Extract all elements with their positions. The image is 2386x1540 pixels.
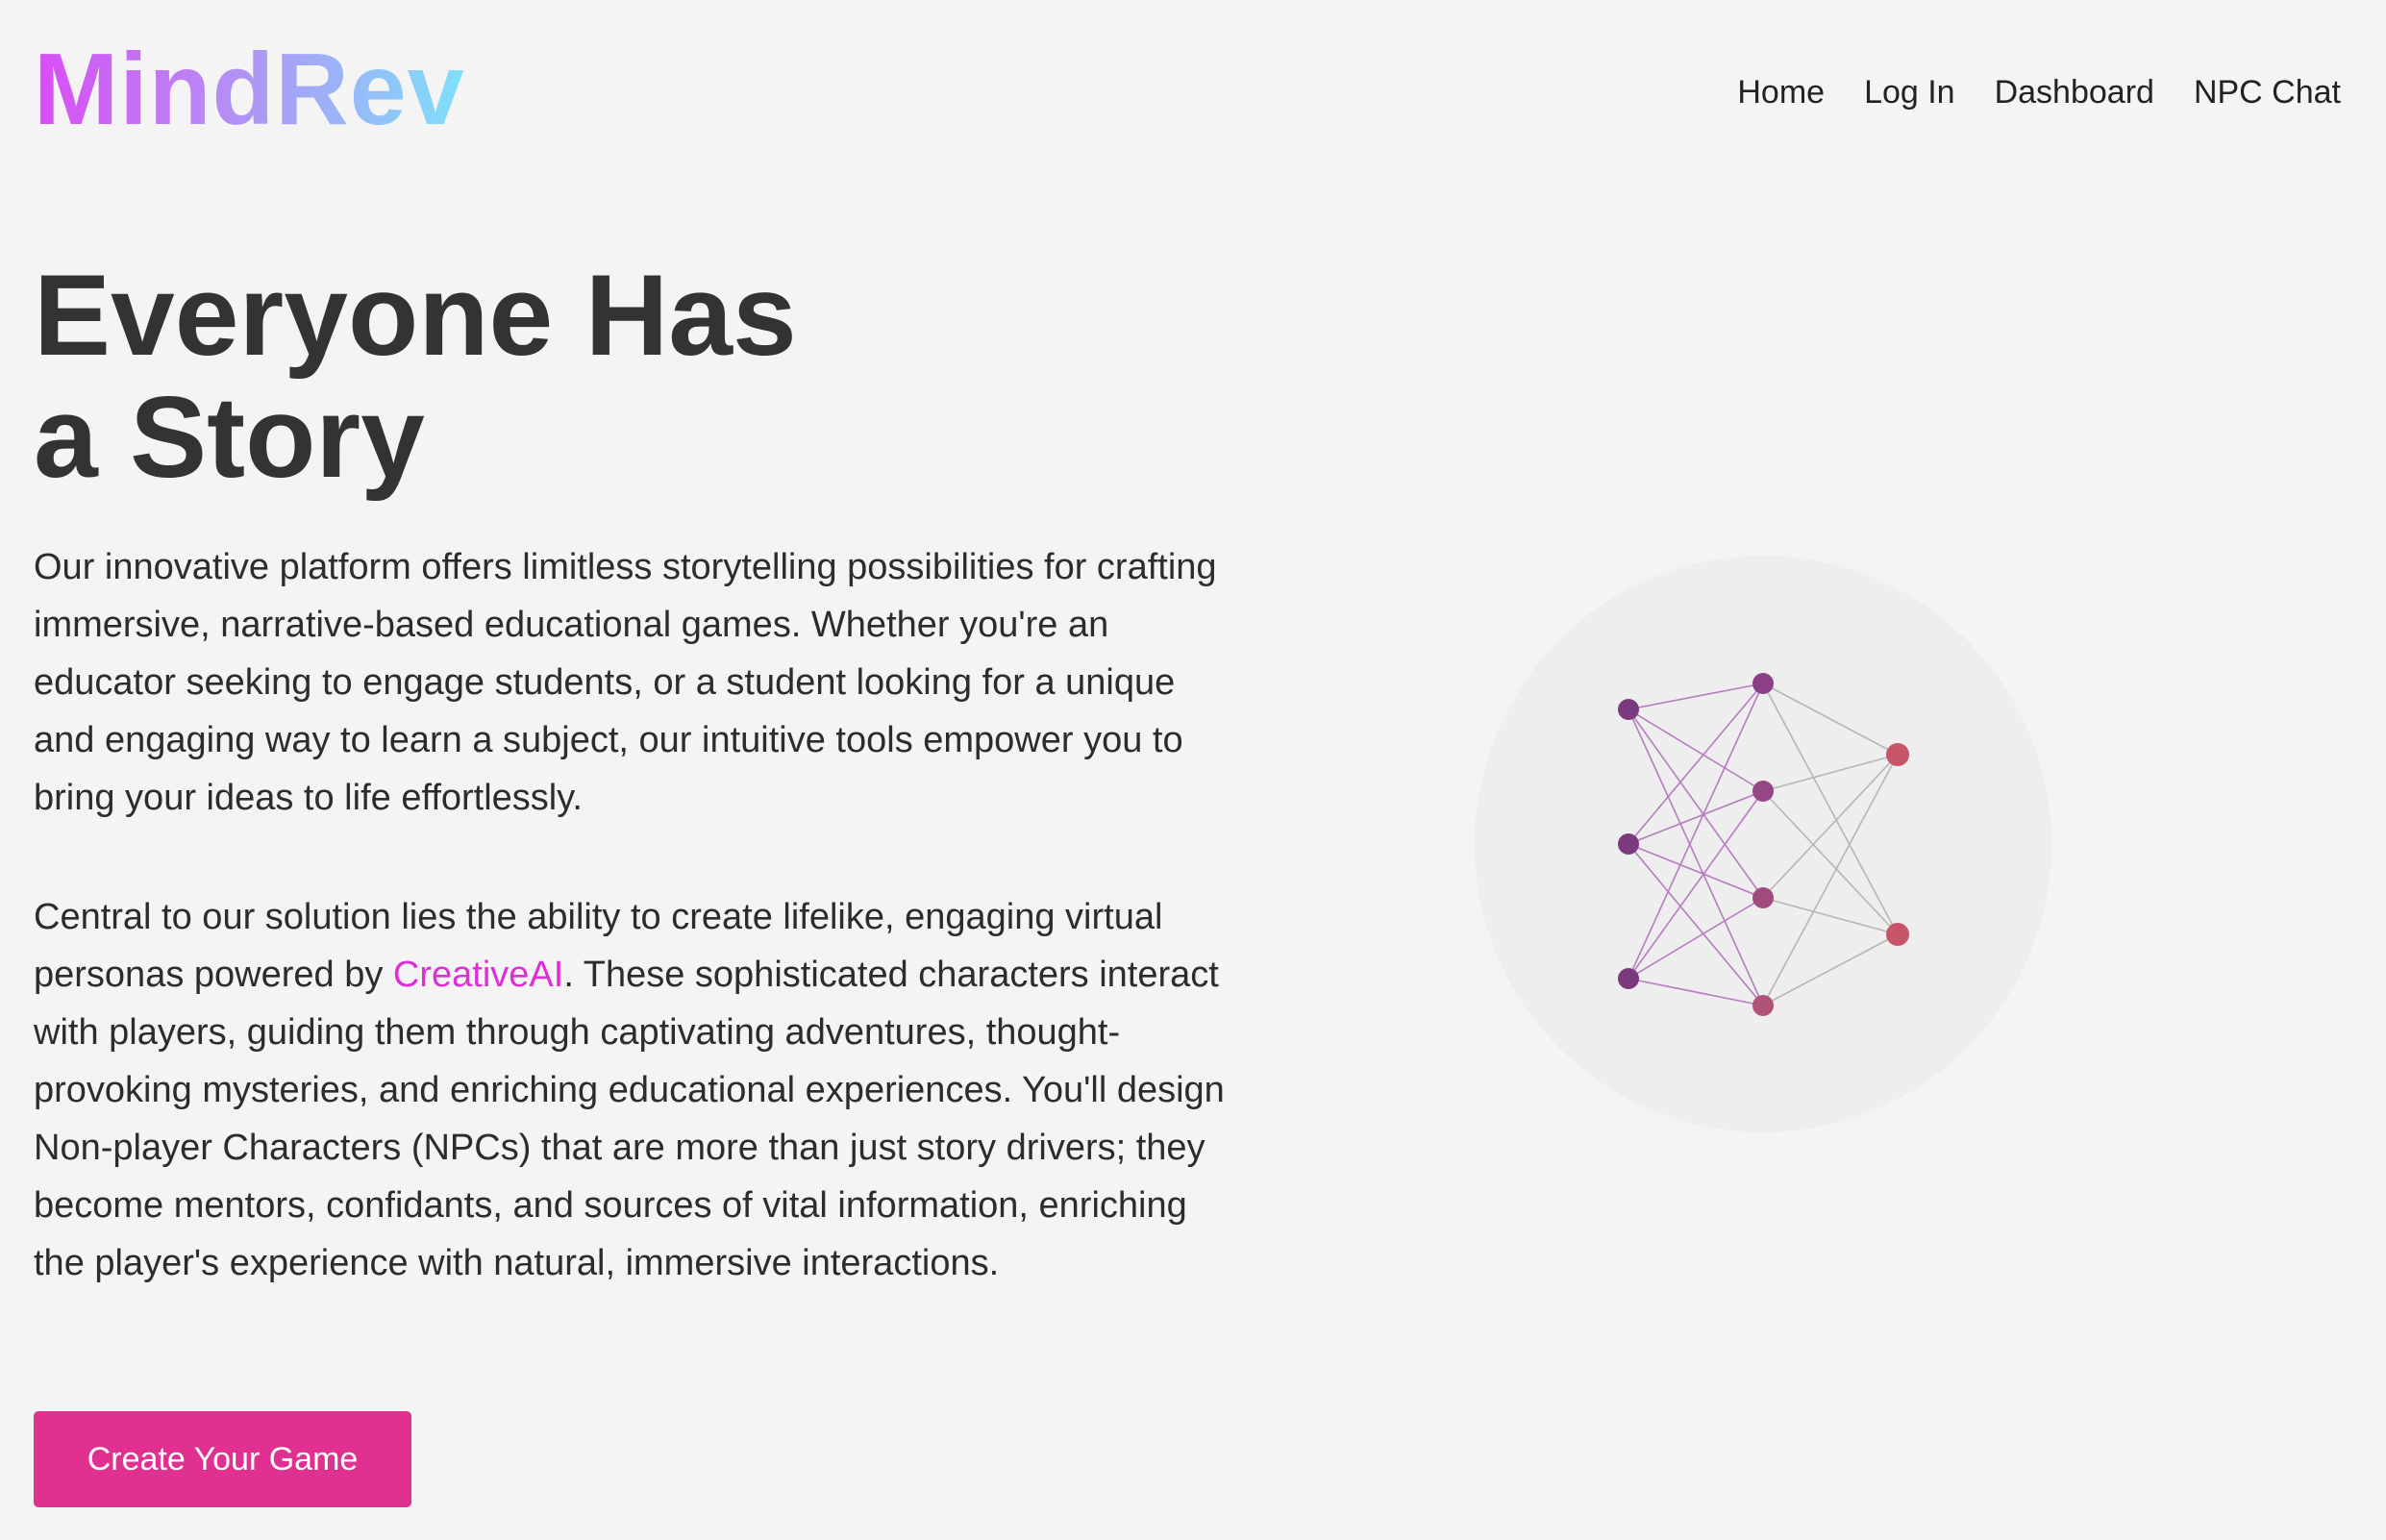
hero-title-line-1: Everyone Has: [34, 251, 797, 380]
main-nav: Home Log In Dashboard NPC Chat: [1737, 73, 2341, 112]
hero-title: Everyone Has a Story: [34, 255, 797, 499]
network-node: [1886, 743, 1909, 766]
network-node: [1752, 673, 1774, 694]
creativeai-highlight: CreativeAI: [392, 955, 564, 995]
creativeai-paragraph: Central to our solution lies the ability…: [34, 888, 1226, 1292]
nav-npc-chat-link[interactable]: NPC Chat: [2194, 73, 2341, 112]
network-node: [1618, 833, 1639, 855]
network-node: [1886, 923, 1909, 946]
paragraph-text-end: . These sophisticated characters interac…: [34, 955, 1225, 1283]
network-node: [1618, 968, 1639, 989]
network-node: [1752, 781, 1774, 802]
nav-login-link[interactable]: Log In: [1864, 73, 1955, 112]
network-node: [1618, 699, 1639, 720]
intro-paragraph: Our innovative platform offers limitless…: [34, 547, 1217, 818]
create-your-game-button[interactable]: Create Your Game: [34, 1411, 411, 1507]
illustration-background-circle: [1475, 556, 2051, 1132]
hero-title-line-2: a Story: [34, 373, 425, 502]
neural-network-icon: [1475, 556, 2051, 1132]
network-node: [1752, 995, 1774, 1016]
nav-home-link[interactable]: Home: [1737, 73, 1825, 112]
network-node: [1752, 887, 1774, 908]
nav-dashboard-link[interactable]: Dashboard: [1995, 73, 2154, 112]
logo[interactable]: MindRev: [34, 38, 465, 140]
